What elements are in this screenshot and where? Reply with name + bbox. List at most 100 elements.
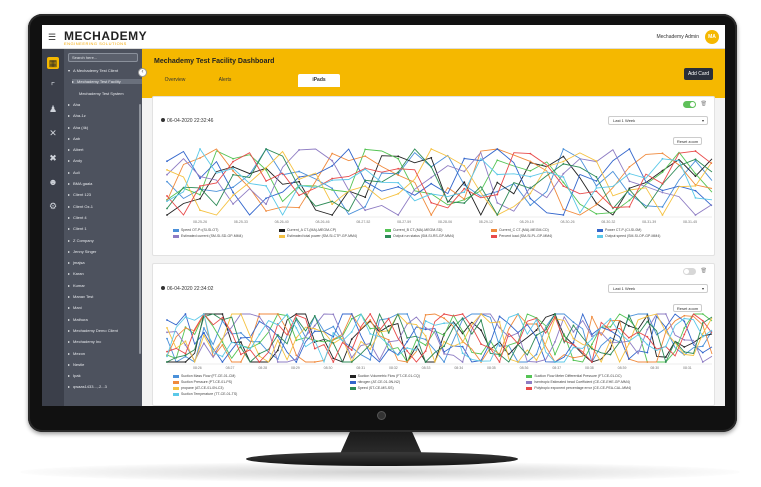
tree-item[interactable]: ▸ Andy	[68, 158, 142, 163]
legend-item[interactable]: Suction Volumetric Flow (FT-CE-01-CQ)	[349, 374, 420, 378]
tree-item[interactable]: ▸ Mechademy Demo Client	[68, 328, 142, 333]
legend-item[interactable]: Speed (ST-CE-MS-SS)	[349, 386, 394, 390]
card-toggle[interactable]	[683, 268, 696, 275]
user-name[interactable]: Mechademy Admin	[656, 34, 699, 40]
add-card-button[interactable]: Add Card	[684, 68, 713, 80]
tree-item[interactable]: ▸ Auli	[68, 170, 142, 175]
tree-item[interactable]: ▸ Kumar	[68, 283, 142, 288]
caret-right-icon[interactable]: ▸	[68, 170, 70, 175]
tree-item[interactable]: ▸ Mechademy Test Facility	[72, 79, 142, 85]
avatar[interactable]: MA	[705, 30, 719, 44]
user-icon[interactable]: ♟	[47, 103, 59, 115]
tree-item[interactable]: ▸ Client Oz-1	[68, 204, 142, 209]
close-cross-icon[interactable]: ✖	[47, 152, 59, 164]
tree-item[interactable]: ▸ Client 1	[68, 226, 142, 231]
legend-item[interactable]: Isentropic Estimated head Coefficient (C…	[526, 380, 630, 384]
tree-item[interactable]: ▸ Aha (4k)	[68, 125, 142, 130]
tools-icon[interactable]: ✕	[47, 127, 59, 139]
tree-item[interactable]: ▸ Client 123	[68, 192, 142, 197]
caret-right-icon[interactable]: ▸	[68, 260, 70, 265]
tab-ipads[interactable]: iPads	[298, 74, 340, 87]
range-select[interactable]: Last 1 Week ▾	[608, 284, 708, 293]
tree-search-input[interactable]: Search here...	[68, 53, 138, 62]
legend-item[interactable]: Suction Temperature (TT-CE-01-TS)	[173, 392, 237, 396]
caret-right-icon[interactable]: ▸	[68, 226, 70, 231]
caret-right-icon[interactable]: ▸	[68, 317, 70, 322]
tree-item[interactable]: ▸ Jenny Singer	[68, 249, 142, 254]
tree-item[interactable]: Mechademy Test System	[76, 91, 142, 96]
tree-item[interactable]: ▸ Aha-1z	[68, 113, 142, 118]
line-plot-1[interactable]	[166, 147, 713, 218]
caret-right-icon[interactable]: ▸	[68, 238, 70, 243]
tree-item[interactable]: ▸ Manav Test	[68, 294, 142, 299]
legend-item[interactable]: Suction Pressure (PT-CE-01-PS)	[173, 380, 232, 384]
caret-right-icon[interactable]: ▸	[68, 204, 70, 209]
tree-item[interactable]: ▸ Z Company	[68, 238, 142, 243]
card-toggle[interactable]	[683, 101, 696, 108]
dashboard-icon[interactable]: ▦	[47, 57, 59, 69]
legend-item[interactable]: Estimated current (SM-SI-SD-GP-MM4)	[173, 234, 243, 238]
caret-right-icon[interactable]: ▸	[68, 328, 70, 333]
gear-icon[interactable]: ⚙	[47, 200, 59, 212]
tree-item[interactable]: ▸ Ipak	[68, 373, 142, 378]
caret-right-icon[interactable]: ▸	[68, 283, 70, 288]
tree-item[interactable]: ▸ Aab	[68, 136, 142, 141]
legend-item[interactable]: Output speed (SM-SI-OP-GP-MM4)	[597, 234, 660, 238]
caret-right-icon[interactable]: ▸	[68, 102, 70, 107]
user-settings-icon[interactable]: ☻	[47, 176, 59, 188]
caret-down-icon[interactable]: ▾	[68, 68, 70, 73]
delete-icon[interactable]: 🗑	[701, 268, 707, 274]
legend-item[interactable]: Power CT-P-(CI-SI-0M)	[597, 228, 641, 232]
tree-item[interactable]: ▸ Aha	[68, 102, 142, 107]
caret-right-icon[interactable]: ▸	[68, 351, 70, 356]
caret-right-icon[interactable]: ▸	[72, 79, 74, 84]
nodes-icon[interactable]: ⌜	[47, 80, 59, 92]
tree-item[interactable]: ▸ Mani	[68, 305, 142, 310]
tree-item[interactable]: ▸ Karan	[68, 271, 142, 276]
caret-right-icon[interactable]: ▸	[68, 181, 70, 186]
caret-right-icon[interactable]: ▸	[68, 339, 70, 344]
legend-item[interactable]: Polytropic exponent percentage error (CE…	[526, 386, 631, 390]
tree-item[interactable]: ▸ Nestle	[68, 362, 142, 367]
caret-right-icon[interactable]: ▸	[68, 215, 70, 220]
legend-item[interactable]: propane (AT-CE-01-0N-C3)	[173, 386, 224, 390]
caret-right-icon[interactable]: ▸	[68, 305, 70, 310]
tree-item[interactable]: ▸ Client 4	[68, 215, 142, 220]
legend-item[interactable]: Estimated total power (SM-SI-CTP-GP-MM4)	[279, 234, 357, 238]
tree-item[interactable]: ▾ A Mechademy Test Client	[68, 68, 142, 73]
collapse-sidebar-button[interactable]: ‹	[138, 68, 147, 77]
legend-item[interactable]: Suction Flow Meter Differential Pressure…	[526, 374, 622, 378]
delete-icon[interactable]: 🗑	[701, 101, 707, 107]
tab-overview[interactable]: Overview	[156, 74, 194, 87]
caret-right-icon[interactable]: ▸	[68, 271, 70, 276]
legend-item[interactable]: Suction Mass Flow (FT-CE-01-CM)	[173, 374, 235, 378]
tree-item[interactable]: ▸ Albert	[68, 147, 142, 152]
caret-right-icon[interactable]: ▸	[68, 136, 70, 141]
caret-right-icon[interactable]: ▸	[68, 249, 70, 254]
caret-right-icon[interactable]: ▸	[68, 362, 70, 367]
legend-item[interactable]: Current_A CT-(MA)-MEGM-CP)	[279, 228, 336, 232]
tree-scrollbar[interactable]	[139, 104, 141, 354]
reset-zoom-button[interactable]: Reset zoom	[673, 137, 702, 145]
caret-right-icon[interactable]: ▸	[68, 384, 70, 389]
legend-item[interactable]: nitrogen (AT-CE-01-0N-N2)	[349, 380, 400, 384]
tab-alerts[interactable]: Alerts	[206, 74, 244, 87]
legend-item[interactable]: Output run status (SM-SI-RS-GP-MM4)	[385, 234, 454, 238]
caret-right-icon[interactable]: ▸	[68, 125, 70, 130]
tree-item[interactable]: ▸ jmajsa	[68, 260, 142, 265]
line-plot-2[interactable]	[166, 312, 713, 365]
caret-right-icon[interactable]: ▸	[68, 294, 70, 299]
caret-right-icon[interactable]: ▸	[68, 192, 70, 197]
legend-item[interactable]: Percent load (SM-SI-PL-GP-MM4)	[491, 234, 552, 238]
tree-item[interactable]: ▸ Mathura	[68, 317, 142, 322]
tree-item[interactable]: ▸ Mechademy Inc	[68, 339, 142, 344]
caret-right-icon[interactable]: ▸	[68, 147, 70, 152]
tree-item[interactable]: ▸ qwaas1433...,.2...3	[68, 384, 142, 389]
tree-item[interactable]: ▸ Mezon	[68, 351, 142, 356]
caret-right-icon[interactable]: ▸	[68, 113, 70, 118]
caret-right-icon[interactable]: ▸	[68, 158, 70, 163]
hamburger-menu-icon[interactable]: ☰	[48, 32, 56, 43]
legend-item[interactable]: Current_C CT-(MA)-MEGM-CD)	[491, 228, 549, 232]
legend-item[interactable]: Current_B CT-(MA)-MEGM-SD)	[385, 228, 442, 232]
legend-item[interactable]: Speed OT-P=(SI-SI-OT)	[173, 228, 218, 232]
